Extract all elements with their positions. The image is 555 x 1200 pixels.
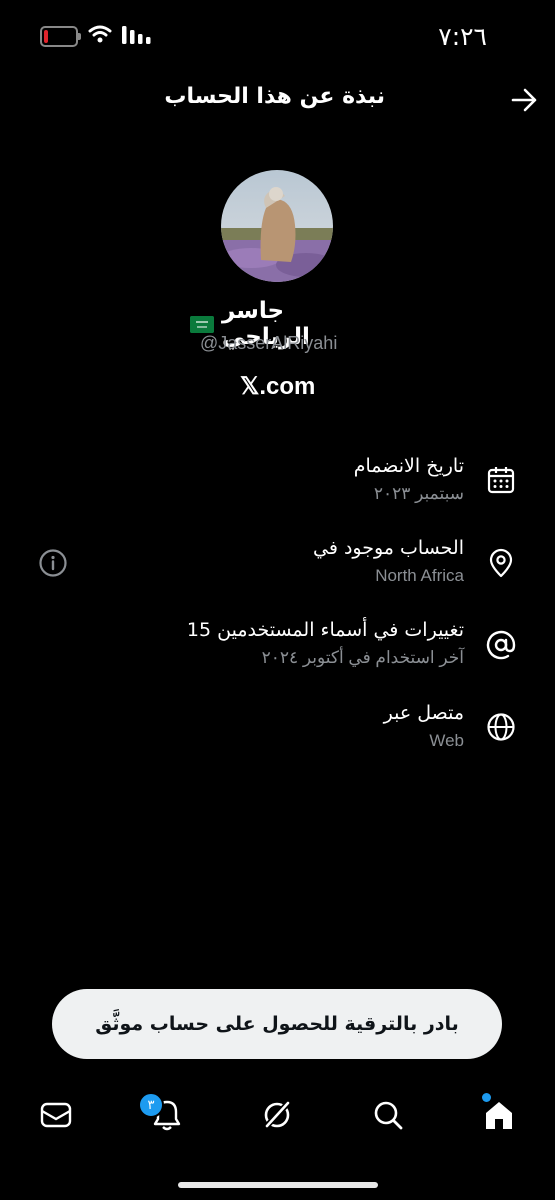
wifi-icon <box>88 25 112 43</box>
saudi-flag-icon <box>190 315 214 333</box>
cellular-signal-icon <box>122 26 151 44</box>
location-pin-icon <box>489 548 513 578</box>
profile-handle: @JasserAlRiyahi <box>200 333 338 353</box>
username-changes-last-used: آخر استخدام في أكتوبر ٢٠٢٤ <box>261 648 464 667</box>
battery-icon <box>40 26 81 47</box>
profile-website[interactable]: 𝕏.com <box>240 372 315 401</box>
avatar <box>221 170 333 282</box>
upgrade-verified-button[interactable]: بادر بالترقية للحصول على حساب موثَّق <box>52 989 502 1059</box>
home-indicator <box>178 1182 378 1188</box>
info-icon[interactable] <box>38 548 68 578</box>
globe-icon <box>487 713 515 741</box>
notifications-badge: ٣ <box>138 1092 164 1118</box>
calendar-icon <box>487 467 515 494</box>
status-time: ٧:٢٦ <box>438 22 487 51</box>
messages-icon[interactable] <box>39 1098 73 1132</box>
page-title: نبذة عن هذا الحساب <box>164 84 385 109</box>
joined-title: تاريخ الانضمام <box>353 455 464 477</box>
connected-via-value: Web <box>429 731 464 750</box>
back-arrow-icon[interactable] <box>509 84 541 116</box>
search-icon[interactable] <box>371 1098 405 1132</box>
home-unread-dot <box>482 1093 491 1102</box>
joined-date: سبتمبر ٢٠٢٣ <box>373 484 464 503</box>
location-value: North Africa <box>375 566 464 585</box>
grok-icon[interactable] <box>260 1098 294 1132</box>
home-icon[interactable] <box>482 1098 516 1132</box>
username-changes-title: 15 تغييرات في أسماء المستخدمين <box>186 619 464 641</box>
at-sign-icon <box>486 630 516 660</box>
location-title: الحساب موجود في <box>313 537 464 559</box>
connected-via-title: متصل عبر <box>383 702 464 724</box>
